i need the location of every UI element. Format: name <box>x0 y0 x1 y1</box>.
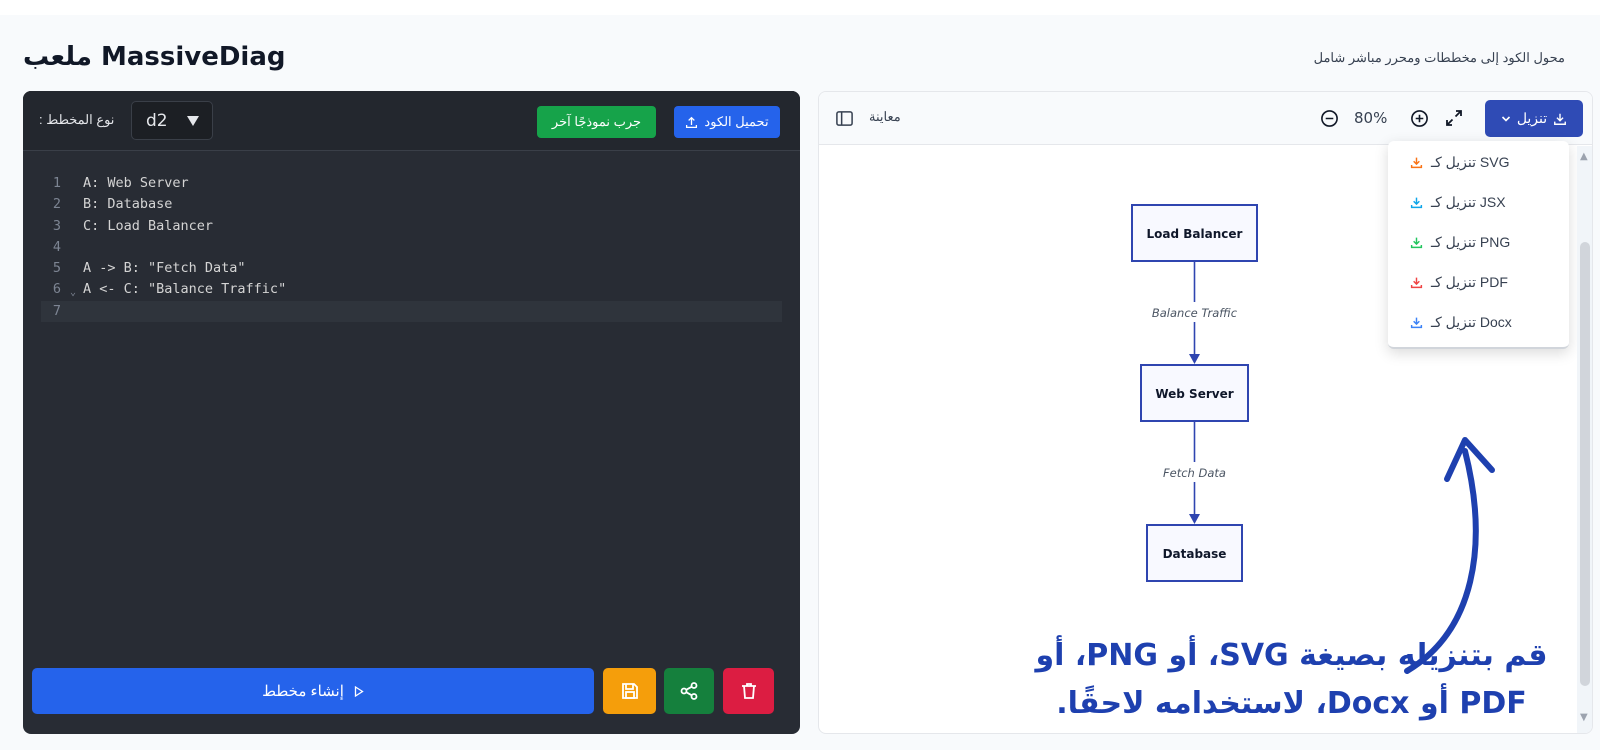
code-editor-panel: تحميل الكود جرب نموذجًا آخر d2 : نوع الم… <box>23 91 800 734</box>
preview-toolbar: معاينة 80% تنزيل <box>819 92 1592 145</box>
node-web-server[interactable]: Web Server <box>1140 364 1249 422</box>
edge-balance-traffic: Balance Traffic <box>1147 261 1242 364</box>
code-line[interactable]: 1 A: Web Server <box>41 173 782 194</box>
app-title: MassiveDiag ملعب <box>23 42 286 72</box>
app-tagline: محول الكود إلى مخططات ومحرر مباشر شامل <box>1313 50 1565 65</box>
caret-down-icon <box>187 115 199 126</box>
node-label: Web Server <box>1155 387 1233 401</box>
download-dropdown-menu: تنزيل كـ SVG تنزيل كـ JSX تنزيل كـ PNG ت… <box>1388 141 1569 349</box>
node-label: Load Balancer <box>1147 227 1243 241</box>
share-icon <box>680 682 698 700</box>
try-sample-button[interactable]: جرب نموذجًا آخر <box>537 106 656 138</box>
zoom-out-icon[interactable] <box>1320 109 1339 128</box>
diagram-type-label: : نوع المخطط <box>39 112 115 127</box>
download-label: تنزيل <box>1516 110 1548 126</box>
upload-code-button[interactable]: تحميل الكود <box>674 106 780 138</box>
download-option-label: تنزيل كـ SVG <box>1431 153 1510 170</box>
try-sample-label: جرب نموذجًا آخر <box>551 114 642 129</box>
download-option-label: تنزيل كـ PNG <box>1431 233 1511 250</box>
code-line-active[interactable]: 7 <box>41 300 782 323</box>
code-text: A -> B: "Fetch Data" <box>83 260 246 277</box>
upload-code-label: تحميل الكود <box>704 114 769 129</box>
node-load-balancer[interactable]: Load Balancer <box>1131 204 1258 262</box>
download-option-label: تنزيل كـ PDF <box>1431 273 1508 290</box>
save-button[interactable] <box>603 668 656 714</box>
line-number: 4 <box>52 238 61 255</box>
edge-label: Balance Traffic <box>1152 306 1238 320</box>
generate-diagram-button[interactable]: إنشاء مخطط <box>32 668 594 714</box>
code-area[interactable]: 1 A: Web Server 2 B: Database 3 C: Load Bal… <box>41 173 782 323</box>
download-option-label: تنزيل كـ Docx <box>1431 313 1512 330</box>
scroll-down-icon[interactable]: ▼ <box>1580 712 1588 723</box>
zoom-level: 80% <box>1354 109 1388 127</box>
download-icon <box>1410 197 1423 208</box>
download-button[interactable]: تنزيل <box>1485 100 1583 137</box>
download-pdf-option[interactable]: تنزيل كـ PDF <box>1388 262 1569 302</box>
preview-scrollbar[interactable]: ▲ ▼ <box>1577 146 1592 733</box>
download-icon <box>1410 317 1423 328</box>
code-text: A: Web Server <box>83 175 189 191</box>
annotation-line: PDF أو Docx، لاستخدامه لاحقًا. <box>1056 686 1527 721</box>
download-jsx-option[interactable]: تنزيل كـ JSX <box>1388 182 1569 222</box>
download-icon <box>1410 237 1423 248</box>
edge-fetch-data: Fetch Data <box>1159 421 1230 524</box>
code-text: A <- C: "Balance Traffic" <box>83 281 287 298</box>
preview-label: معاينة <box>869 109 901 124</box>
diagram-type-value: d2 <box>146 110 168 131</box>
line-number: 2 <box>52 196 61 213</box>
download-option-label: تنزيل كـ JSX <box>1431 193 1506 210</box>
preview-panel: معاينة 80% تنزيل Load Balancer Balance T… <box>818 91 1593 734</box>
download-annotation: قم بتنزيله بصيغة SVG، أو PNG، أو PDF أو … <box>1024 632 1559 728</box>
node-database[interactable]: Database <box>1146 524 1243 582</box>
annotation-line: قم بتنزيله بصيغة SVG، أو PNG، أو <box>1035 638 1548 673</box>
scroll-up-icon[interactable]: ▲ <box>1580 151 1588 162</box>
line-number: 1 <box>52 175 61 191</box>
code-line[interactable]: 3 C: Load Balancer <box>41 216 782 237</box>
upload-icon <box>686 116 698 128</box>
code-line[interactable]: 6 ⌄ A <- C: "Balance Traffic" <box>41 279 782 300</box>
download-svg-option[interactable]: تنزيل كـ SVG <box>1388 142 1569 182</box>
diagram-type-select[interactable]: d2 <box>131 101 213 140</box>
download-icon <box>1554 113 1567 125</box>
download-docx-option[interactable]: تنزيل كـ Docx <box>1388 302 1569 342</box>
save-icon <box>621 683 638 699</box>
download-icon <box>1410 157 1423 168</box>
top-strip <box>0 0 1600 15</box>
line-number: 6 <box>52 281 61 298</box>
line-number: 3 <box>52 217 61 234</box>
share-button[interactable] <box>664 668 714 714</box>
code-text: B: Database <box>83 196 173 213</box>
play-icon <box>354 685 364 697</box>
expand-icon[interactable] <box>1444 108 1464 128</box>
chevron-down-icon <box>1501 115 1510 122</box>
code-line[interactable]: 4 <box>41 237 782 258</box>
download-icon <box>1410 277 1423 288</box>
delete-button[interactable] <box>723 668 774 714</box>
node-label: Database <box>1163 547 1227 561</box>
scrollbar-thumb[interactable] <box>1580 242 1590 686</box>
download-png-option[interactable]: تنزيل كـ PNG <box>1388 222 1569 262</box>
line-number: 5 <box>52 260 61 277</box>
trash-icon <box>741 683 756 699</box>
sidebar-toggle-icon[interactable] <box>835 109 854 128</box>
edge-label: Fetch Data <box>1163 466 1226 480</box>
page-header: MassiveDiag ملعب محول الكود إلى مخططات و… <box>0 15 1600 90</box>
code-text: C: Load Balancer <box>83 217 214 234</box>
code-line[interactable]: 2 B: Database <box>41 194 782 215</box>
code-line[interactable]: 5 A -> B: "Fetch Data" <box>41 258 782 279</box>
zoom-in-icon[interactable] <box>1410 109 1429 128</box>
line-number: 7 <box>52 302 61 319</box>
generate-diagram-label: إنشاء مخطط <box>262 683 344 700</box>
editor-toolbar: تحميل الكود جرب نموذجًا آخر d2 : نوع الم… <box>23 91 800 151</box>
